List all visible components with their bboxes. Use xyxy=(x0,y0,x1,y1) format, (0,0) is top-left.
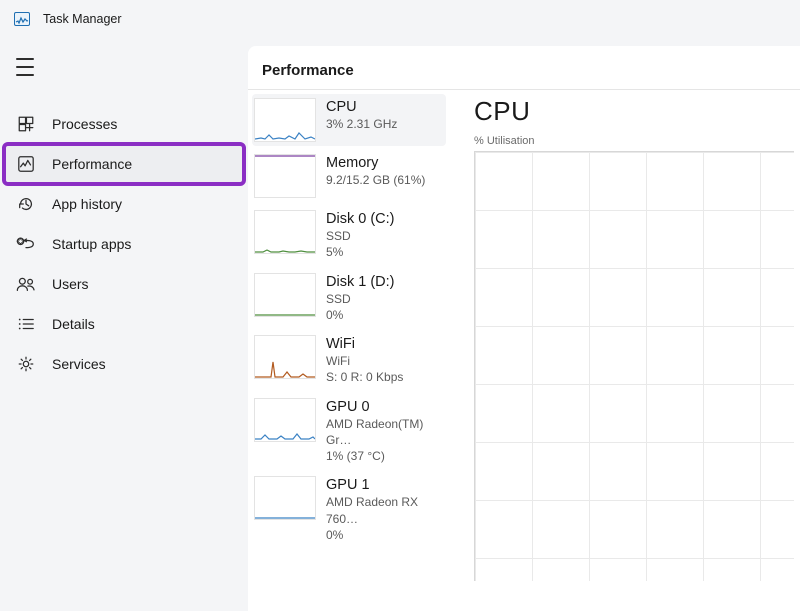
perf-item-sub1: 3% 2.31 GHz xyxy=(326,116,397,132)
perf-item-title: Disk 0 (C:) xyxy=(326,210,394,228)
processes-icon xyxy=(16,115,36,133)
chart-title: CPU xyxy=(474,96,800,127)
chart-grid xyxy=(474,151,794,581)
performance-icon xyxy=(16,155,36,173)
perf-item-title: CPU xyxy=(326,98,397,116)
perf-item-wifi[interactable]: WiFi WiFi S: 0 R: 0 Kbps xyxy=(248,329,450,392)
services-icon xyxy=(16,355,36,373)
perf-item-disk-1-d-[interactable]: Disk 1 (D:) SSD 0% xyxy=(248,267,450,330)
sidebar: Processes Performance App history Startu… xyxy=(0,38,248,611)
perf-item-sub2: 1% (37 °C) xyxy=(326,448,444,464)
perf-thumb xyxy=(254,273,316,317)
perf-list: CPU 3% 2.31 GHz Memory 9.2/15.2 GB (61%)… xyxy=(248,89,450,611)
perf-item-memory[interactable]: Memory 9.2/15.2 GB (61%) xyxy=(248,148,450,204)
sidebar-item-details[interactable]: Details xyxy=(0,304,248,344)
hamburger-menu-button[interactable] xyxy=(16,58,38,76)
perf-item-sub1: SSD xyxy=(326,291,394,307)
title-bar: Task Manager xyxy=(0,0,800,38)
perf-thumb xyxy=(254,210,316,254)
sidebar-item-label: Services xyxy=(52,356,106,372)
sidebar-item-label: Performance xyxy=(52,156,132,172)
perf-thumb xyxy=(254,98,316,142)
app-title: Task Manager xyxy=(43,12,122,26)
perf-item-title: Memory xyxy=(326,154,425,172)
sidebar-item-processes[interactable]: Processes xyxy=(0,104,248,144)
sidebar-item-label: App history xyxy=(52,196,122,212)
perf-thumb xyxy=(254,398,316,442)
perf-item-sub2: 5% xyxy=(326,244,394,260)
sidebar-item-label: Startup apps xyxy=(52,236,131,252)
users-icon xyxy=(16,275,36,293)
page-title: Performance xyxy=(248,46,800,89)
chart-pane: CPU % Utilisation xyxy=(450,89,800,611)
history-icon xyxy=(16,195,36,213)
sidebar-item-label: Processes xyxy=(52,116,117,132)
app-icon xyxy=(14,12,30,26)
perf-item-disk-0-c-[interactable]: Disk 0 (C:) SSD 5% xyxy=(248,204,450,267)
perf-item-gpu-1[interactable]: GPU 1 AMD Radeon RX 760… 0% xyxy=(248,470,450,549)
sidebar-item-users[interactable]: Users xyxy=(0,264,248,304)
sidebar-item-performance[interactable]: Performance xyxy=(4,144,244,184)
perf-item-sub1: SSD xyxy=(326,228,394,244)
perf-item-sub1: AMD Radeon RX 760… xyxy=(326,494,444,526)
perf-thumb xyxy=(254,335,316,379)
perf-item-sub2: 0% xyxy=(326,527,444,543)
perf-item-sub2: 0% xyxy=(326,307,394,323)
perf-thumb xyxy=(254,154,316,198)
perf-item-cpu[interactable]: CPU 3% 2.31 GHz xyxy=(252,94,446,146)
nav-list: Processes Performance App history Startu… xyxy=(0,104,248,384)
perf-item-title: WiFi xyxy=(326,335,403,353)
sidebar-item-label: Details xyxy=(52,316,95,332)
main-panel: Performance CPU 3% 2.31 GHz Memory 9.2/1… xyxy=(248,46,800,611)
perf-item-title: GPU 0 xyxy=(326,398,444,416)
startup-icon xyxy=(16,236,36,252)
sidebar-item-startup-apps[interactable]: Startup apps xyxy=(0,224,248,264)
perf-item-sub1: AMD Radeon(TM) Gr… xyxy=(326,416,444,448)
sidebar-item-services[interactable]: Services xyxy=(0,344,248,384)
perf-thumb xyxy=(254,476,316,520)
details-icon xyxy=(16,316,36,332)
chart-subtitle: % Utilisation xyxy=(474,135,800,147)
sidebar-item-label: Users xyxy=(52,276,89,292)
perf-item-gpu-0[interactable]: GPU 0 AMD Radeon(TM) Gr… 1% (37 °C) xyxy=(248,392,450,471)
sidebar-item-app-history[interactable]: App history xyxy=(0,184,248,224)
perf-item-sub1: 9.2/15.2 GB (61%) xyxy=(326,172,425,188)
perf-item-sub1: WiFi xyxy=(326,353,403,369)
perf-item-sub2: S: 0 R: 0 Kbps xyxy=(326,369,403,385)
perf-item-title: GPU 1 xyxy=(326,476,444,494)
perf-item-title: Disk 1 (D:) xyxy=(326,273,394,291)
